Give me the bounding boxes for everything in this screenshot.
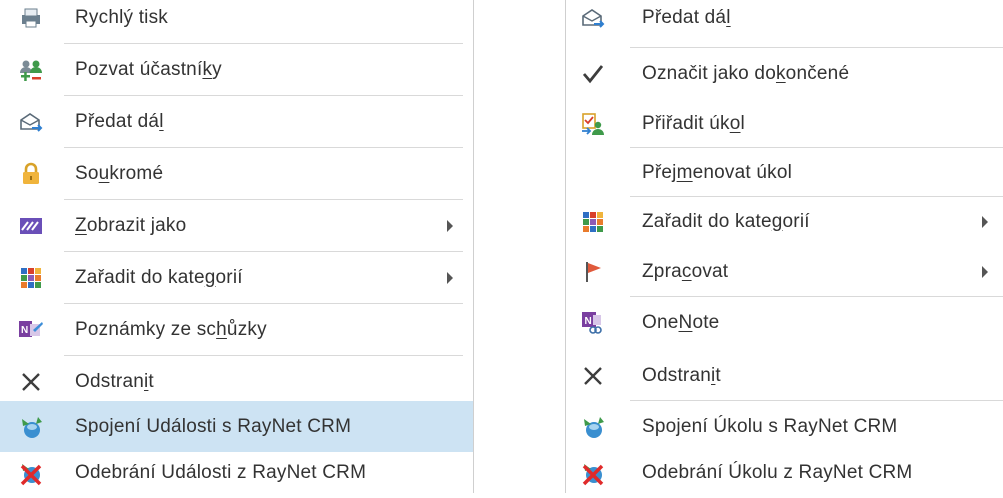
menu-item-onenote[interactable]: N OneNote bbox=[566, 297, 1003, 348]
delete-icon bbox=[580, 363, 606, 389]
delete-icon bbox=[18, 369, 44, 395]
submenu-arrow-icon bbox=[447, 219, 453, 232]
submenu-arrow-icon bbox=[447, 271, 453, 284]
flag-icon bbox=[580, 259, 606, 285]
submenu-arrow-icon bbox=[982, 215, 988, 228]
calendar-event-context-menu: Rychlý tisk Pozvat účastníky Předat dál … bbox=[0, 0, 474, 493]
menu-item-delete[interactable]: Odstranit bbox=[0, 356, 473, 407]
raynet-unlink-icon bbox=[580, 460, 606, 486]
menu-item-invite-attendees[interactable]: Pozvat účastníky bbox=[0, 44, 473, 95]
menu-item-categorize[interactable]: Zařadit do kategorií bbox=[0, 252, 473, 303]
checkmark-icon bbox=[580, 61, 606, 87]
onenote-meeting-notes-icon: N bbox=[18, 317, 44, 343]
onenote-icon: N bbox=[580, 310, 606, 336]
menu-item-private[interactable]: Soukromé bbox=[0, 148, 473, 199]
raynet-unlink-icon bbox=[18, 460, 44, 486]
svg-text:N: N bbox=[21, 325, 28, 336]
task-context-menu: Předat dál Označit jako dokončené Přiřad… bbox=[565, 0, 1003, 493]
menu-item-categorize[interactable]: Zařadit do kategorií bbox=[566, 196, 1003, 247]
menu-item-show-as[interactable]: Zobrazit jako bbox=[0, 200, 473, 251]
forward-icon bbox=[18, 109, 44, 135]
menu-item-raynet-unlink[interactable]: Odebrání Úkolu z RayNet CRM bbox=[566, 447, 1003, 498]
menu-item-delete[interactable]: Odstranit bbox=[566, 350, 1003, 401]
menu-item-forward[interactable]: Předat dál bbox=[0, 96, 473, 147]
forward-icon bbox=[580, 5, 606, 31]
raynet-link-icon bbox=[580, 414, 606, 440]
menu-item-rename-task[interactable]: Přejmenovat úkol bbox=[566, 147, 1003, 198]
menu-item-forward[interactable]: Předat dál bbox=[566, 0, 1003, 43]
menu-item-raynet-unlink[interactable]: Odebrání Události z RayNet CRM bbox=[0, 447, 473, 498]
raynet-link-icon bbox=[18, 414, 44, 440]
show-as-icon bbox=[18, 213, 44, 239]
menu-item-raynet-link[interactable]: Spojení Úkolu s RayNet CRM bbox=[566, 401, 1003, 452]
svg-text:N: N bbox=[585, 316, 592, 327]
menu-item-follow-up[interactable]: Zpracovat bbox=[566, 246, 1003, 297]
categorize-icon bbox=[18, 265, 44, 291]
menu-item-quick-print[interactable]: Rychlý tisk bbox=[0, 0, 473, 43]
lock-icon bbox=[18, 161, 44, 187]
menu-item-raynet-link[interactable]: Spojení Události s RayNet CRM bbox=[0, 401, 473, 452]
printer-icon bbox=[18, 5, 44, 31]
categorize-icon bbox=[580, 209, 606, 235]
menu-item-mark-complete[interactable]: Označit jako dokončené bbox=[566, 48, 1003, 99]
assign-task-icon bbox=[580, 111, 606, 137]
submenu-arrow-icon bbox=[982, 265, 988, 278]
menu-item-meeting-notes[interactable]: N Poznámky ze schůzky bbox=[0, 304, 473, 355]
invite-attendees-icon bbox=[18, 57, 44, 83]
menu-item-assign-task[interactable]: Přiřadit úkol bbox=[566, 98, 1003, 149]
